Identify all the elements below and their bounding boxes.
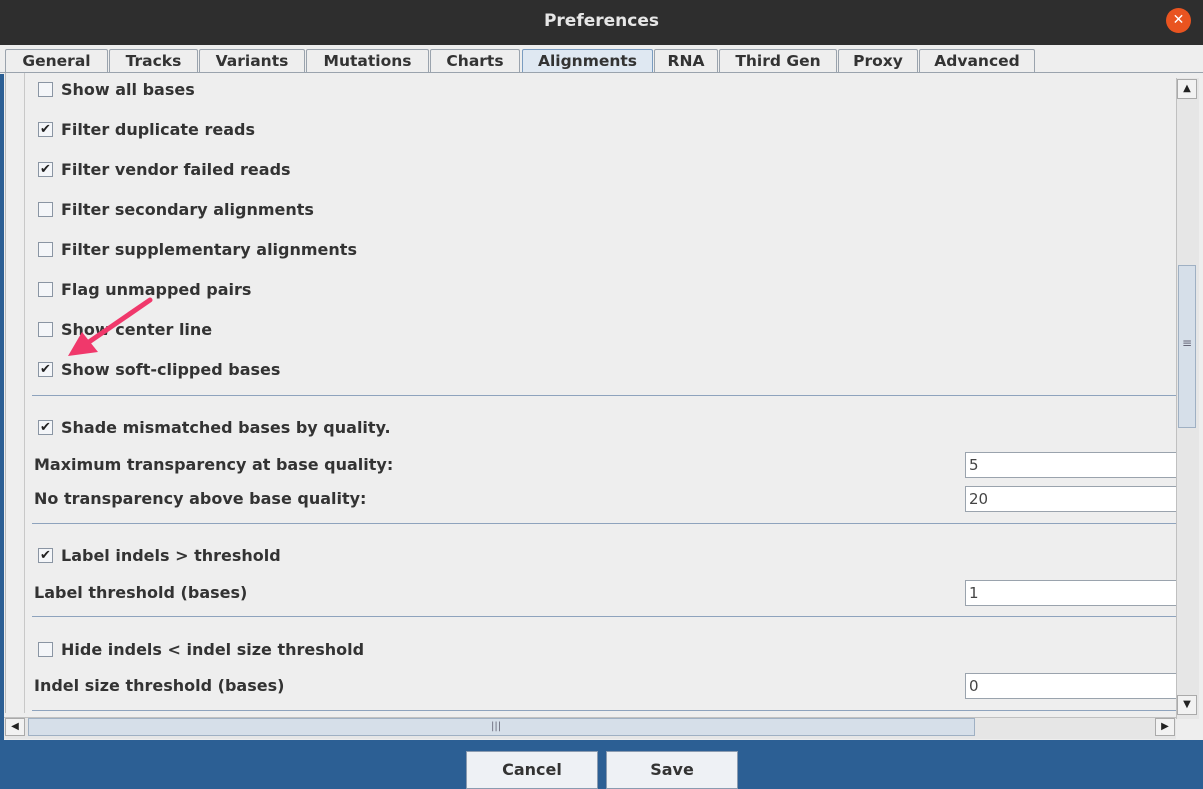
indel-size-threshold-label: Indel size threshold (bases) — [34, 676, 285, 695]
save-button[interactable]: Save — [606, 751, 738, 789]
label-threshold-label: Label threshold (bases) — [34, 583, 248, 602]
hide-indels-checkbox[interactable]: Hide indels < indel size threshold — [38, 638, 364, 660]
checkbox-box[interactable] — [38, 641, 53, 657]
checkbox-box[interactable]: ✔ — [38, 361, 53, 377]
section-divider — [32, 395, 1176, 396]
section-divider — [32, 616, 1176, 617]
checkbox-label: Filter vendor failed reads — [61, 159, 291, 179]
panel-border — [5, 73, 6, 713]
checkbox-box[interactable]: ✔ — [38, 121, 53, 137]
label-indels-checkbox[interactable]: ✔ Label indels > threshold — [38, 544, 281, 566]
no-transparency-input[interactable]: 20 — [965, 486, 1176, 512]
checkbox-box[interactable] — [38, 81, 53, 97]
max-transparency-label: Maximum transparency at base quality: — [34, 455, 394, 474]
show-soft-clipped-bases-checkbox[interactable]: ✔ Show soft-clipped bases — [38, 358, 280, 380]
checkbox-label: Filter supplementary alignments — [61, 239, 357, 259]
check-icon: ✔ — [40, 419, 51, 435]
shade-mismatched-bases-checkbox[interactable]: ✔ Shade mismatched bases by quality. — [38, 416, 391, 438]
tab-strip: General Tracks Variants Mutations Charts… — [0, 45, 1203, 74]
checkbox-box[interactable] — [38, 201, 53, 217]
scroll-left-icon[interactable]: ◀ — [5, 718, 25, 736]
checkbox-box[interactable] — [38, 241, 53, 257]
vertical-scroll-thumb[interactable]: ≡ — [1178, 265, 1196, 428]
tab-third-gen[interactable]: Third Gen — [719, 49, 837, 73]
tab-charts[interactable]: Charts — [430, 49, 520, 73]
filter-duplicate-reads-checkbox[interactable]: ✔ Filter duplicate reads — [38, 118, 255, 140]
checkbox-box[interactable] — [38, 321, 53, 337]
tab-alignments[interactable]: Alignments — [522, 49, 653, 73]
checkbox-box[interactable] — [38, 281, 53, 297]
close-icon[interactable]: ✕ — [1166, 8, 1191, 33]
grip-icon: ≡ — [1181, 336, 1193, 350]
filter-vendor-failed-reads-checkbox[interactable]: ✔ Filter vendor failed reads — [38, 158, 291, 180]
checkbox-box[interactable]: ✔ — [38, 547, 53, 563]
filter-supplementary-alignments-checkbox[interactable]: Filter supplementary alignments — [38, 238, 357, 260]
show-all-bases-checkbox[interactable]: Show all bases — [38, 78, 195, 100]
no-transparency-label: No transparency above base quality: — [34, 489, 367, 508]
max-transparency-input[interactable]: 5 — [965, 452, 1176, 478]
grip-icon: ||| — [491, 721, 502, 732]
tab-mutations[interactable]: Mutations — [306, 49, 429, 73]
panel-inner-border — [24, 73, 25, 713]
tab-tracks[interactable]: Tracks — [109, 49, 198, 73]
tab-proxy[interactable]: Proxy — [838, 49, 918, 73]
scroll-down-icon[interactable]: ▼ — [1177, 695, 1197, 715]
button-bar — [0, 740, 1203, 789]
checkbox-label: Label indels > threshold — [61, 545, 281, 565]
horizontal-scroll-thumb[interactable]: ||| — [28, 718, 975, 736]
checkbox-box[interactable]: ✔ — [38, 419, 53, 435]
section-divider — [32, 710, 1176, 711]
scroll-up-icon[interactable]: ▲ — [1177, 79, 1197, 99]
section-divider — [32, 523, 1176, 524]
indel-size-threshold-input[interactable]: 0 — [965, 673, 1176, 699]
filter-secondary-alignments-checkbox[interactable]: Filter secondary alignments — [38, 198, 314, 220]
checkbox-box[interactable]: ✔ — [38, 161, 53, 177]
tab-advanced[interactable]: Advanced — [919, 49, 1035, 73]
scroll-right-icon[interactable]: ▶ — [1155, 718, 1175, 736]
tab-variants[interactable]: Variants — [199, 49, 305, 73]
cancel-button[interactable]: Cancel — [466, 751, 598, 789]
check-icon: ✔ — [40, 361, 51, 377]
checkbox-label: Hide indels < indel size threshold — [61, 639, 365, 659]
tab-general[interactable]: General — [5, 49, 108, 73]
checkbox-label: Show all bases — [61, 79, 195, 99]
check-icon: ✔ — [40, 161, 51, 177]
checkbox-label: Shade mismatched bases by quality. — [61, 417, 391, 437]
annotation-arrow-icon — [68, 297, 153, 356]
tab-rna[interactable]: RNA — [654, 49, 718, 73]
title-bar: Preferences ✕ — [0, 0, 1203, 45]
check-icon: ✔ — [40, 547, 51, 563]
checkbox-label: Filter secondary alignments — [61, 199, 314, 219]
checkbox-label: Filter duplicate reads — [61, 119, 255, 139]
checkbox-label: Show soft-clipped bases — [61, 359, 281, 379]
check-icon: ✔ — [40, 121, 51, 137]
label-threshold-input[interactable]: 1 — [965, 580, 1176, 606]
window-title: Preferences — [543, 11, 660, 31]
